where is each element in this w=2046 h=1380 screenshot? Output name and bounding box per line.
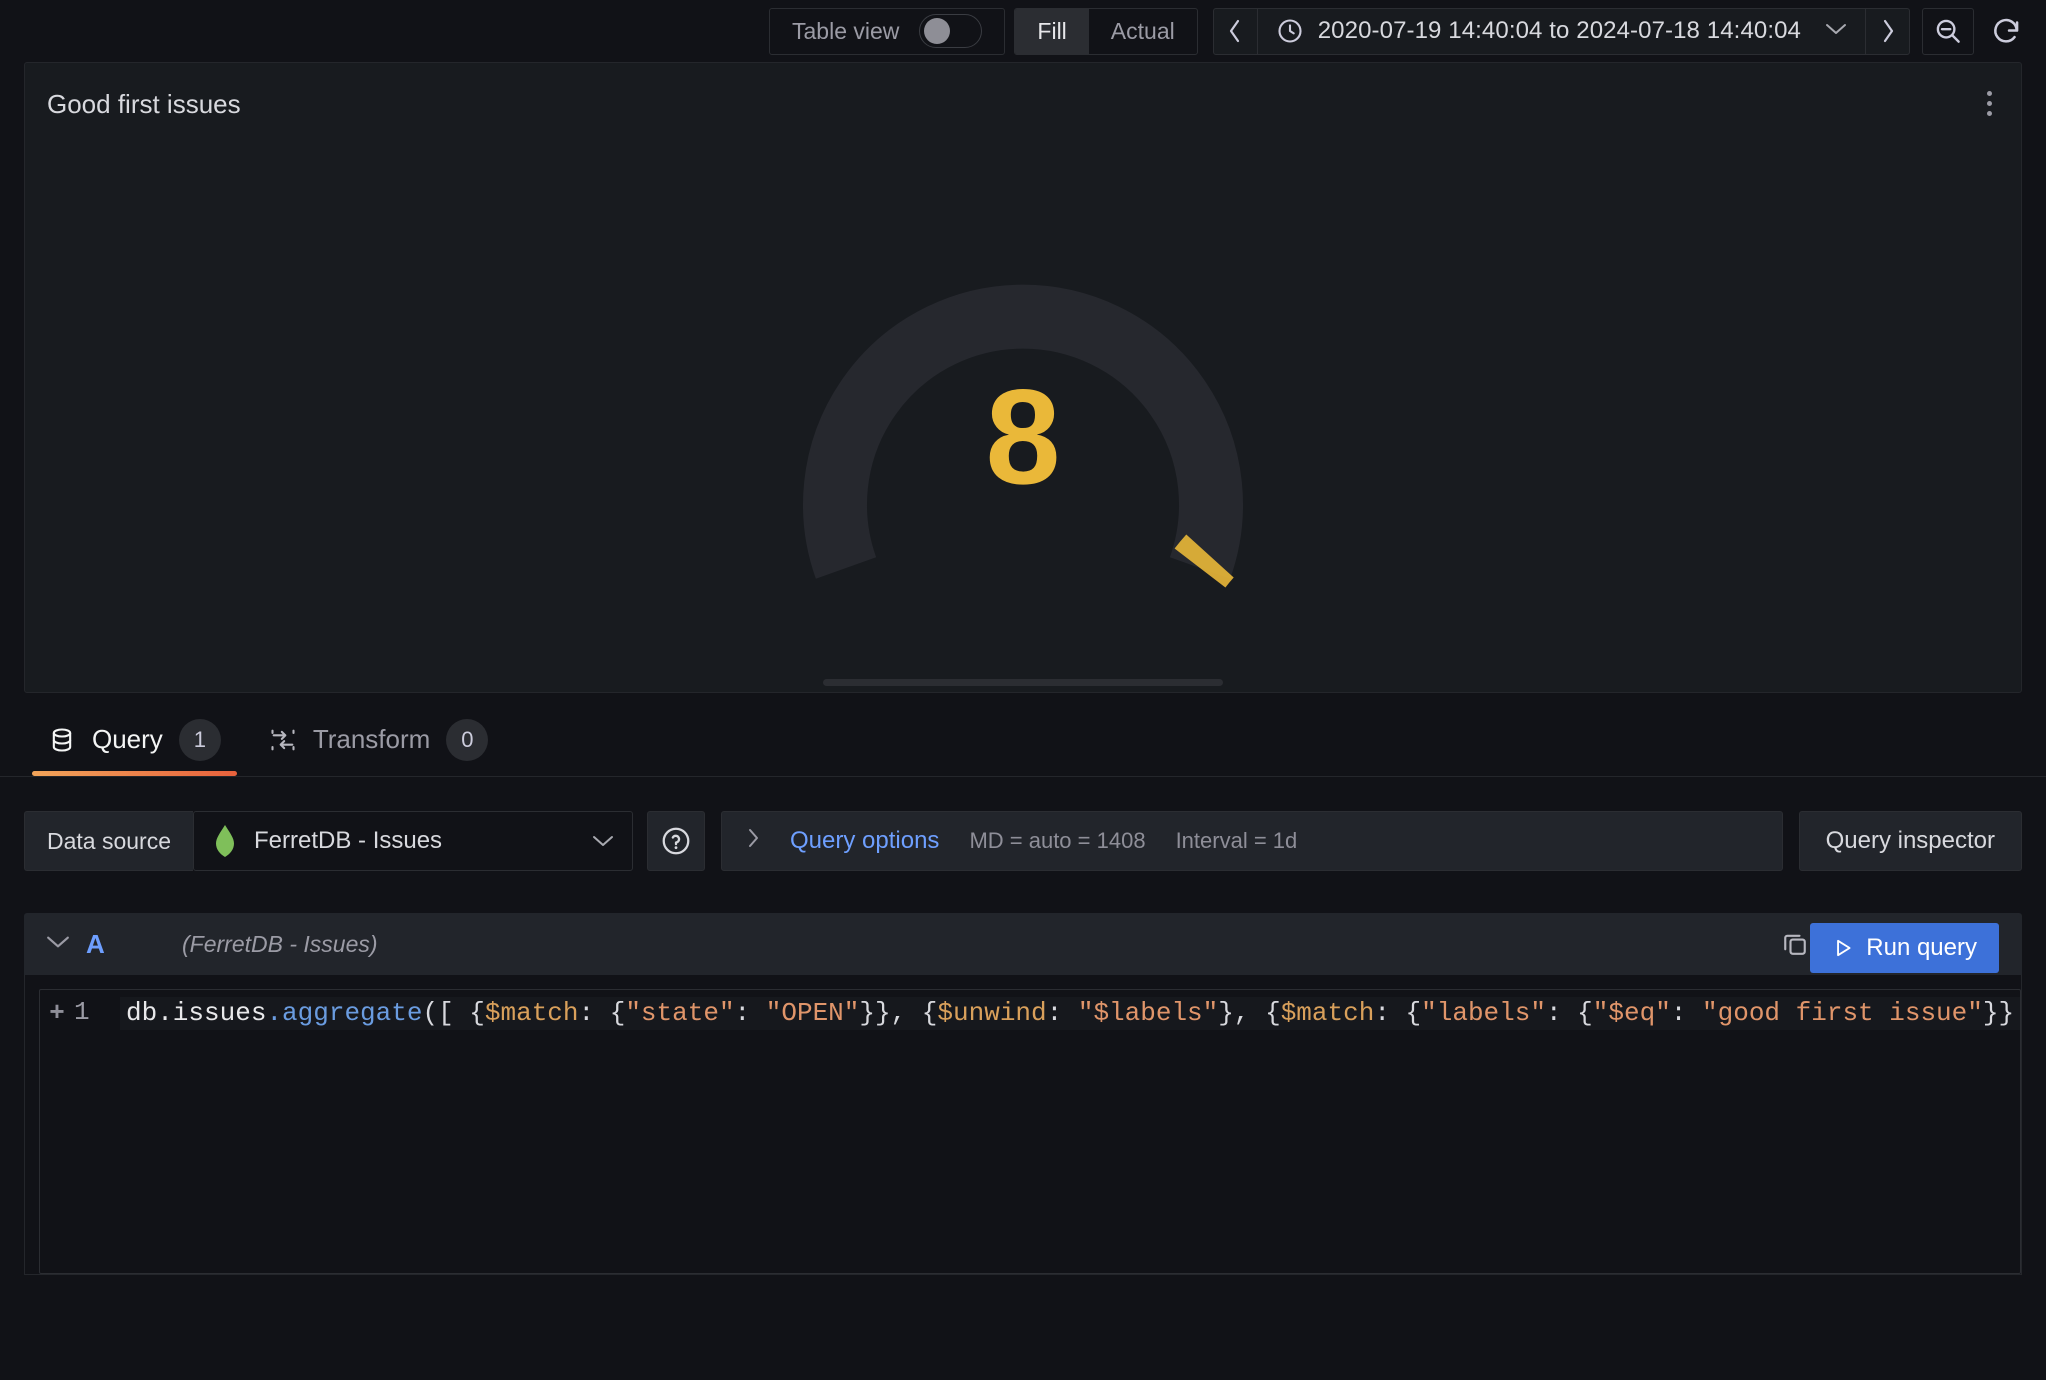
tab-transform-label: Transform	[313, 724, 431, 755]
line-number: 1	[74, 997, 120, 1028]
code-token: $match	[1281, 998, 1375, 1028]
query-options-max-data-points: MD = auto = 1408	[969, 828, 1145, 854]
query-options-toggle[interactable]: Query options MD = auto = 1408 Interval …	[721, 811, 1783, 871]
editor-tabs: Query 1 Transform 0	[0, 703, 2046, 777]
tab-active-indicator	[32, 771, 237, 776]
fit-mode-segmented-control[interactable]: Fill Actual	[1014, 8, 1197, 55]
panel-editor: Table view Fill Actual	[0, 0, 2046, 1380]
code-token: "OPEN"	[766, 998, 860, 1028]
code-token: "good first issue"	[1702, 998, 1983, 1028]
code-token: $unwind	[937, 998, 1046, 1028]
code-token: "$labels"	[1078, 998, 1218, 1028]
copy-icon[interactable]	[1780, 929, 1810, 959]
panel-title: Good first issues	[47, 89, 241, 120]
switch-knob	[924, 18, 950, 44]
run-query-label: Run query	[1866, 934, 1977, 962]
table-view-label: Table view	[792, 18, 899, 45]
transform-icon	[269, 726, 297, 754]
query-row-header: A (FerretDB - Issues)	[24, 913, 2022, 975]
code-token: $match	[485, 998, 579, 1028]
expand-plus-icon[interactable]: +	[40, 997, 74, 1026]
code-token: }}, {	[859, 998, 937, 1028]
tab-transform-badge: 0	[446, 719, 488, 761]
zoom-out-time-range-button[interactable]	[1922, 8, 1974, 55]
mongodb-leaf-icon	[212, 824, 238, 858]
gauge-value: 8	[683, 369, 1363, 504]
data-source-value: FerretDB - Issues	[254, 827, 576, 855]
run-query-button[interactable]: Run query	[1810, 923, 1999, 973]
clock-icon	[1276, 17, 1304, 45]
code-token: :	[1047, 998, 1078, 1028]
visualization-preview: Good first issues 8	[0, 62, 2046, 693]
code-token: : {	[1374, 998, 1421, 1028]
query-code-text[interactable]: db.issues.aggregate([ {$match: {"state":…	[120, 997, 2020, 1030]
zoom-out-icon	[1933, 16, 1963, 46]
chevron-right-icon	[746, 827, 760, 855]
query-ref-id[interactable]: A	[86, 929, 182, 960]
code-token: "state"	[625, 998, 734, 1028]
query-inspector-button[interactable]: Query inspector	[1799, 811, 2022, 871]
code-token: }} }, {	[1983, 998, 2020, 1028]
run-query-row: Run query	[1810, 923, 1999, 973]
code-token: db.issues	[126, 998, 266, 1028]
refresh-icon	[1990, 15, 2022, 47]
chevron-down-icon	[1825, 21, 1847, 41]
gauge-panel: Good first issues 8	[24, 62, 2022, 693]
tab-query-badge: 1	[179, 719, 221, 761]
data-source-row: Data source FerretDB - Issues	[24, 811, 2022, 871]
gauge: 8	[683, 164, 1363, 634]
fit-mode-actual-button[interactable]: Actual	[1089, 9, 1197, 54]
code-token: }, {	[1218, 998, 1280, 1028]
code-line: + 1 db.issues.aggregate([ {$match: {"sta…	[40, 990, 2020, 1036]
time-range-picker[interactable]: 2020-07-19 14:40:04 to 2024-07-18 14:40:…	[1213, 8, 1910, 55]
query-editor-body: Run query + 1 db.issues.aggregate([ {$ma…	[24, 975, 2022, 1275]
play-icon	[1832, 937, 1854, 959]
time-shift-forward-button[interactable]	[1865, 9, 1909, 54]
chevron-down-icon	[592, 834, 614, 848]
code-token: : {	[579, 998, 626, 1028]
refresh-dashboard-button[interactable]	[1980, 8, 2032, 55]
table-view-toggle[interactable]: Table view	[769, 8, 1005, 55]
query-row-collapse-button[interactable]	[46, 933, 86, 956]
time-range-value-button[interactable]: 2020-07-19 14:40:04 to 2024-07-18 14:40:…	[1258, 9, 1865, 54]
data-source-help-button[interactable]	[647, 811, 705, 871]
data-source-picker[interactable]: FerretDB - Issues	[193, 811, 633, 871]
tab-transform[interactable]: Transform 0	[245, 703, 513, 776]
code-token: :	[735, 998, 766, 1028]
query-editor-section: Data source FerretDB - Issues	[0, 777, 2046, 1275]
tab-query[interactable]: Query 1	[24, 703, 245, 776]
time-range-text: 2020-07-19 14:40:04 to 2024-07-18 14:40:…	[1318, 17, 1801, 45]
data-source-label: Data source	[24, 811, 193, 871]
code-token: :	[1671, 998, 1702, 1028]
gauge-visualization: 8	[25, 127, 2021, 670]
code-token: : {	[1546, 998, 1593, 1028]
panel-menu-button[interactable]	[1971, 81, 2007, 125]
database-icon	[48, 726, 76, 754]
help-circle-icon	[660, 825, 692, 857]
editor-toolbar: Table view Fill Actual	[0, 0, 2046, 62]
table-view-switch[interactable]	[919, 14, 982, 48]
code-token: "$eq"	[1593, 998, 1671, 1028]
code-token: .aggregate	[266, 998, 422, 1028]
query-options-label: Query options	[790, 827, 939, 855]
query-row-datasource-note: (FerretDB - Issues)	[182, 931, 378, 958]
query-row-a: A (FerretDB - Issues)	[24, 913, 2022, 975]
query-code-editor[interactable]: + 1 db.issues.aggregate([ {$match: {"sta…	[39, 989, 2021, 1274]
code-token: ([ {	[422, 998, 484, 1028]
query-options-interval: Interval = 1d	[1176, 828, 1298, 854]
tab-query-label: Query	[92, 724, 163, 755]
fit-mode-fill-button[interactable]: Fill	[1015, 9, 1088, 54]
panel-resize-handle[interactable]	[823, 679, 1223, 686]
code-token: "labels"	[1421, 998, 1546, 1028]
time-shift-back-button[interactable]	[1214, 9, 1258, 54]
